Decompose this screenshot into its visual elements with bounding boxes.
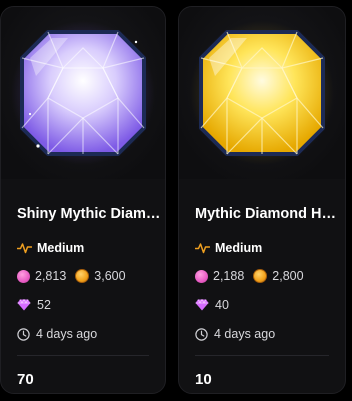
item-card[interactable]: Shiny Mythic Diamo... Medium 2,813 3,600… [0,6,166,394]
gem-icon [17,299,31,311]
item-count: 70 [17,371,34,388]
pink-currency-icon [17,269,30,283]
difficulty-label: Medium [215,241,263,255]
cost-row: 2,188 2,800 [195,269,304,283]
item-title[interactable]: Shiny Mythic Diamo... [17,206,163,222]
item-art [179,7,345,179]
gold-diamond-egg-icon [190,21,334,165]
time-row: 4 days ago [17,327,97,341]
purple-diamond-egg-icon [11,21,155,165]
item-title[interactable]: Mythic Diamond He... [195,206,341,222]
pink-cost: 2,813 [35,269,67,283]
item-count: 10 [195,371,212,388]
gems-row: 52 [17,298,51,312]
pulse-icon [195,243,210,254]
pink-cost: 2,188 [213,269,245,283]
time-ago: 4 days ago [214,327,276,341]
divider [17,355,149,356]
gem-icon [195,299,209,311]
item-art [1,7,165,179]
time-ago: 4 days ago [36,327,98,341]
item-grid: Shiny Mythic Diamo... Medium 2,813 3,600… [0,0,352,401]
clock-icon [195,327,208,341]
gems-value: 40 [215,298,229,312]
cost-row: 2,813 3,600 [17,269,126,283]
gems-value: 52 [37,298,51,312]
difficulty-row: Medium [17,241,84,255]
clock-icon [17,327,30,341]
gold-cost: 3,600 [94,269,126,283]
divider [195,355,329,356]
gems-row: 40 [195,298,229,312]
pulse-icon [17,243,32,254]
difficulty-label: Medium [37,241,85,255]
gold-coin-icon [253,269,268,283]
difficulty-row: Medium [195,241,262,255]
gold-cost: 2,800 [272,269,304,283]
gold-coin-icon [75,269,90,283]
pink-currency-icon [195,269,208,283]
time-row: 4 days ago [195,327,275,341]
item-card[interactable]: Mythic Diamond He... Medium 2,188 2,800 … [178,6,346,394]
